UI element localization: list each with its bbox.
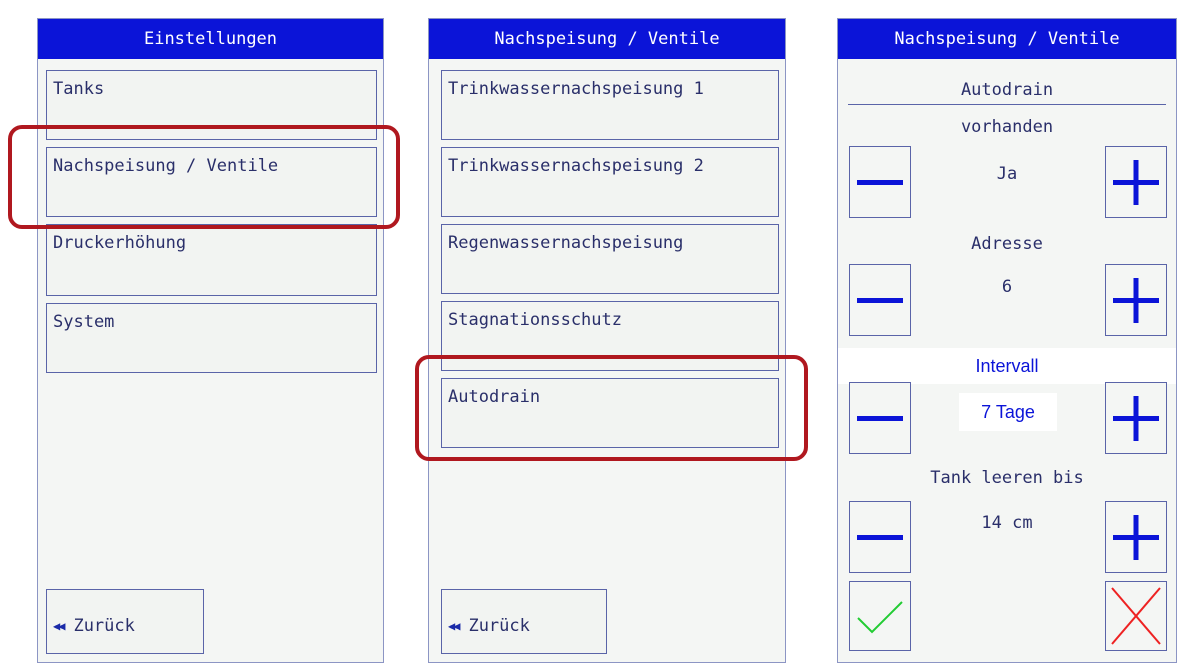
minus-icon xyxy=(857,298,903,303)
autodrain-panel: Nachspeisung / Ventile Autodrain vorhand… xyxy=(837,18,1177,663)
menu-item-label: Regenwassernachspeisung xyxy=(448,233,684,253)
menu-item-label: Nachspeisung / Ventile xyxy=(53,156,279,176)
panel-title-bar: Nachspeisung / Ventile xyxy=(838,19,1176,59)
decrease-button[interactable] xyxy=(849,146,911,218)
back-button[interactable]: ◀◀ Zurück xyxy=(46,589,204,654)
cancel-button[interactable] xyxy=(1105,581,1167,651)
plus-icon xyxy=(1113,278,1159,323)
panel-title-bar: Nachspeisung / Ventile xyxy=(429,19,785,59)
setting-label: Adresse xyxy=(971,234,1043,254)
menu-item-label: System xyxy=(53,312,115,332)
decrease-button[interactable] xyxy=(849,264,911,336)
menu-item-label: Tanks xyxy=(53,79,105,99)
setting-value: 7 Tage xyxy=(959,393,1057,431)
confirm-button[interactable] xyxy=(849,581,911,651)
increase-button[interactable] xyxy=(1105,264,1167,336)
plus-icon xyxy=(1113,396,1159,441)
plus-icon xyxy=(1113,515,1159,560)
double-left-arrow-icon: ◀◀ xyxy=(53,618,66,633)
decrease-button[interactable] xyxy=(849,382,911,454)
minus-icon xyxy=(857,180,903,185)
menu-item-autodrain[interactable]: Autodrain xyxy=(441,378,779,448)
panel-title: Einstellungen xyxy=(143,29,278,49)
increase-button[interactable] xyxy=(1105,146,1167,218)
menu-item-trinkwasser-1[interactable]: Trinkwassernachspeisung 1 xyxy=(441,70,779,140)
panel-title: Nachspeisung / Ventile xyxy=(494,29,720,49)
section-heading: Autodrain xyxy=(960,80,1054,100)
menu-item-druckerhoehung[interactable]: Druckerhöhung xyxy=(46,224,377,296)
setting-label: Tank leeren bis xyxy=(930,468,1084,488)
plus-icon xyxy=(1113,160,1159,205)
checkmark-icon xyxy=(857,601,903,634)
menu-item-label: Trinkwassernachspeisung 1 xyxy=(448,79,704,99)
valves-panel: Nachspeisung / Ventile Trinkwassernachsp… xyxy=(428,18,786,663)
decrease-button[interactable] xyxy=(849,501,911,573)
heading-divider xyxy=(848,104,1166,105)
panel-title-bar: Einstellungen xyxy=(38,19,383,59)
back-label: Zurück xyxy=(468,615,530,636)
increase-button[interactable] xyxy=(1105,382,1167,454)
panel-title: Nachspeisung / Ventile xyxy=(894,29,1120,49)
settings-panel: Einstellungen Tanks Nachspeisung / Venti… xyxy=(37,18,384,663)
setting-label: Intervall xyxy=(838,348,1176,384)
minus-icon xyxy=(857,416,903,421)
menu-item-label: Stagnationsschutz xyxy=(448,310,622,330)
menu-item-stagnationsschutz[interactable]: Stagnationsschutz xyxy=(441,301,779,371)
menu-item-trinkwasser-2[interactable]: Trinkwassernachspeisung 2 xyxy=(441,147,779,217)
menu-item-tanks[interactable]: Tanks xyxy=(46,70,377,140)
increase-button[interactable] xyxy=(1105,501,1167,573)
menu-item-system[interactable]: System xyxy=(46,303,377,373)
minus-icon xyxy=(857,535,903,540)
back-button[interactable]: ◀◀ Zurück xyxy=(441,589,607,654)
menu-item-label: Druckerhöhung xyxy=(53,233,187,253)
double-left-arrow-icon: ◀◀ xyxy=(448,618,461,633)
menu-item-nachspeisung-ventile[interactable]: Nachspeisung / Ventile xyxy=(46,147,377,217)
setting-label: vorhanden xyxy=(960,117,1054,137)
menu-item-regenwasser[interactable]: Regenwassernachspeisung xyxy=(441,224,779,294)
menu-item-label: Autodrain xyxy=(448,387,541,407)
menu-item-label: Trinkwassernachspeisung 2 xyxy=(448,156,704,176)
back-label: Zurück xyxy=(73,615,135,636)
cross-icon xyxy=(1111,587,1161,645)
